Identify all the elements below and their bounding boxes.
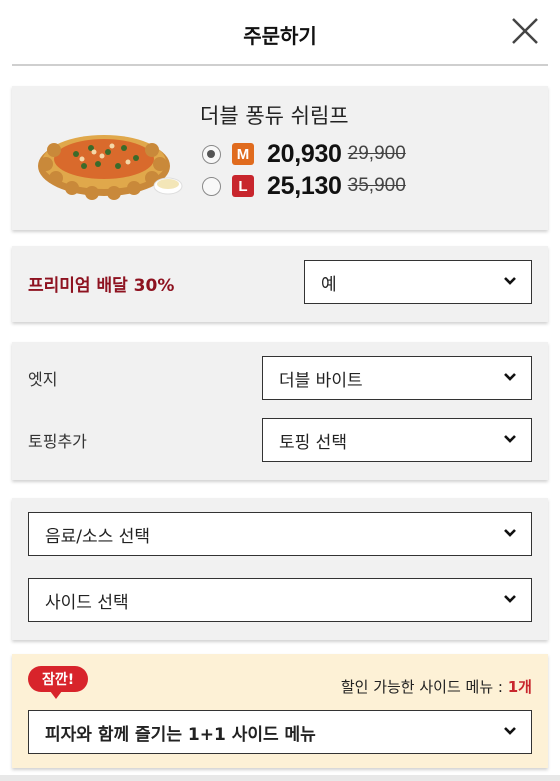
one-plus-one-side-select[interactable]: 피자와 함께 즐기는 1+1 사이드 메뉴 — [28, 710, 532, 754]
drink-sauce-value: 음료/소스 선택 — [45, 526, 150, 547]
promo-panel: 잠깐! 할인 가능한 사이드 메뉴 : 1개 피자와 함께 즐기는 1+1 사이… — [12, 654, 548, 768]
size-l-price: 25,130 — [267, 171, 342, 200]
side-menu-select[interactable]: 사이드 선택 — [28, 578, 532, 622]
size-option-l[interactable]: L 25,130 35,900 — [202, 171, 406, 201]
size-l-radio[interactable] — [202, 176, 221, 196]
one-plus-one-side-value: 피자와 함께 즐기는 1+1 사이드 메뉴 — [45, 724, 316, 745]
close-icon[interactable] — [508, 14, 542, 48]
promo-count: 1개 — [507, 678, 532, 696]
size-m-badge: M — [232, 143, 254, 165]
side-menu-value: 사이드 선택 — [45, 592, 129, 613]
size-m-original-price: 29,900 — [347, 143, 406, 164]
size-l-original-price: 35,900 — [347, 175, 406, 196]
drink-sauce-select[interactable]: 음료/소스 선택 — [28, 512, 532, 556]
modal-header: 주문하기 — [0, 0, 560, 66]
size-l-badge: L — [232, 175, 254, 197]
product-name: 더블 퐁듀 쉬림프 — [200, 104, 349, 128]
premium-delivery-value: 예 — [321, 274, 337, 295]
pizza-image — [38, 135, 183, 200]
wait-badge: 잠깐! — [28, 666, 89, 699]
edge-value: 더블 바이트 — [279, 370, 363, 391]
chevron-down-icon — [504, 727, 516, 735]
chevron-down-icon — [504, 277, 516, 285]
topping-value: 토핑 선택 — [279, 432, 347, 453]
premium-delivery-select[interactable]: 예 — [304, 260, 532, 304]
size-option-m[interactable]: M 20,930 29,900 — [202, 139, 406, 169]
premium-delivery-panel: 프리미엄 배달 30% 예 — [12, 246, 548, 322]
product-panel: 더블 퐁듀 쉬림프 M 20,930 29,900 L 25,130 35,90… — [12, 86, 548, 230]
size-m-price: 20,930 — [267, 139, 342, 168]
side-panel: 음료/소스 선택 사이드 선택 — [12, 498, 548, 640]
header-divider — [12, 64, 548, 66]
size-m-radio[interactable] — [202, 144, 221, 164]
options-panel: 엣지 더블 바이트 토핑추가 토핑 선택 — [12, 342, 548, 480]
bottom-divider — [0, 775, 560, 781]
chevron-down-icon — [504, 435, 516, 443]
topping-select[interactable]: 토핑 선택 — [262, 418, 532, 462]
promo-text-prefix: 할인 가능한 사이드 메뉴 : — [340, 678, 508, 696]
edge-label: 엣지 — [28, 370, 58, 389]
edge-select[interactable]: 더블 바이트 — [262, 356, 532, 400]
promo-text: 할인 가능한 사이드 메뉴 : 1개 — [341, 676, 532, 697]
page-title: 주문하기 — [243, 24, 317, 48]
chevron-down-icon — [504, 529, 516, 537]
chevron-down-icon — [504, 373, 516, 381]
chevron-down-icon — [504, 595, 516, 603]
topping-label: 토핑추가 — [28, 432, 87, 451]
premium-delivery-label: 프리미엄 배달 30% — [28, 276, 175, 296]
